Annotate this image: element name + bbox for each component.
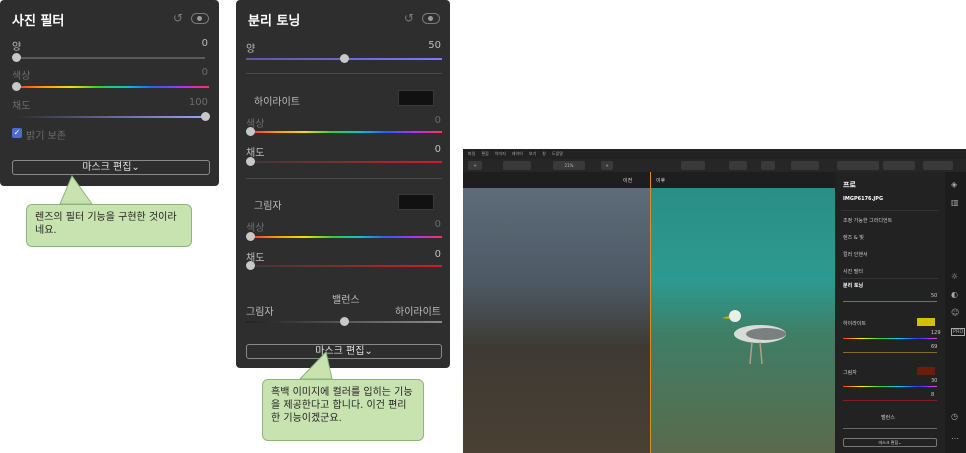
adjustments-sidebar: 프로 IMGP6176.JPG 조정 가능한 그라디언트 렌즈 & 빛 컬러 인…	[835, 172, 945, 453]
crop-button[interactable]	[729, 161, 747, 170]
menu-item[interactable]: 파일	[468, 151, 475, 157]
divider	[841, 210, 939, 211]
export-tab[interactable]	[923, 161, 953, 170]
callout-photo-filter: 렌즈의 필터 기능을 구현한 것이라네요.	[26, 204, 192, 247]
menu-item[interactable]: 이미지	[495, 151, 506, 157]
amount-value: 50	[931, 293, 938, 299]
file-name: IMGP6176.JPG	[843, 196, 884, 202]
menu-item[interactable]: 창	[542, 151, 546, 157]
menu-item[interactable]: 레이어	[512, 151, 523, 157]
tool-item[interactable]: 사진 필터	[843, 268, 863, 275]
shadows-label: 그림자	[843, 370, 857, 376]
gull-beak	[722, 316, 729, 319]
highlights-sat-slider[interactable]	[843, 352, 937, 353]
add-button[interactable]: +	[468, 161, 482, 170]
gull-wing	[746, 328, 786, 340]
compare-header: 이전 이후	[463, 172, 835, 188]
highlights-color-swatch[interactable]	[917, 318, 935, 326]
seagull-illustration	[722, 310, 786, 365]
compare-divider[interactable]	[650, 172, 651, 453]
before-label: 이전	[623, 178, 633, 184]
history-icon[interactable]: ◷	[951, 412, 958, 421]
compare-toggle[interactable]	[681, 161, 705, 170]
gull-head	[729, 310, 741, 322]
menu-bar: 파일 편집 이미지 레이어 보기 창 도움말	[463, 149, 966, 159]
tool-item[interactable]: 조정 가능한 그라디언트	[843, 217, 892, 224]
highlights-sat-value: 69	[931, 344, 938, 350]
menu-item[interactable]: 도움말	[552, 151, 563, 157]
layers-icon[interactable]: ◈	[951, 180, 957, 189]
shadows-hue-value: 30	[931, 378, 938, 384]
highlights-hue-slider[interactable]	[843, 338, 937, 339]
tool-item[interactable]: 렌즈 & 빛	[843, 234, 864, 241]
before-image	[463, 188, 650, 453]
callout-pointer-2	[298, 350, 333, 380]
zoom-in-button[interactable]: +	[601, 161, 613, 170]
shadows-hue-slider[interactable]	[843, 386, 937, 387]
after-label: 이후	[656, 178, 666, 184]
tool-item[interactable]: 컬러 인핸서	[843, 251, 868, 258]
edit-mask-button[interactable]: 마스크 편집⌄	[843, 438, 937, 447]
balance-slider[interactable]	[843, 428, 937, 429]
workspace-tab[interactable]	[837, 161, 879, 170]
callout-pointer-1	[59, 174, 93, 205]
shadows-sat-slider[interactable]	[843, 400, 937, 401]
light-icon[interactable]: ☼	[951, 272, 958, 281]
menu-item[interactable]: 보기	[529, 151, 536, 157]
sidebar-title: 프로	[843, 181, 856, 189]
pro-icon[interactable]: PRO	[951, 328, 966, 336]
view-mode-button[interactable]	[791, 161, 819, 170]
balance-label: 밸런스	[881, 415, 895, 421]
divider	[841, 278, 939, 279]
highlights-label: 하이라이트	[843, 321, 867, 327]
app-window: 파일 편집 이미지 레이어 보기 창 도움말 + 21% + 이전 이후 프로 …	[463, 149, 966, 453]
compare-icon[interactable]: ▥	[951, 198, 959, 207]
color-palette-icon[interactable]: ◐	[951, 290, 958, 299]
zoom-field[interactable]: 21%	[553, 161, 585, 170]
gull-leg	[749, 341, 753, 365]
tool-icon-rail: ◈ ▥ ☼ ◐ ☺ PRO ◷ ⋯	[945, 172, 966, 453]
edit-tab[interactable]	[883, 161, 915, 170]
straighten-button[interactable]	[761, 161, 775, 170]
callout-split-toning: 흑백 이미지에 컬러를 입히는 기능을 제공한다고 합니다. 이건 편리한 기능…	[262, 379, 424, 441]
gull-leg	[759, 341, 763, 365]
toolbar: + 21% +	[463, 159, 966, 172]
amount-slider[interactable]	[843, 301, 937, 302]
shadows-color-swatch[interactable]	[917, 367, 935, 375]
tool-button[interactable]	[503, 161, 531, 170]
face-icon[interactable]: ☺	[951, 308, 959, 317]
shadows-sat-value: 8	[931, 392, 935, 398]
split-toning-title: 분리 토닝	[843, 283, 864, 289]
menu-item[interactable]: 편집	[481, 151, 488, 157]
more-icon[interactable]: ⋯	[951, 434, 959, 443]
after-image	[650, 188, 835, 453]
highlights-hue-value: 129	[931, 330, 941, 336]
